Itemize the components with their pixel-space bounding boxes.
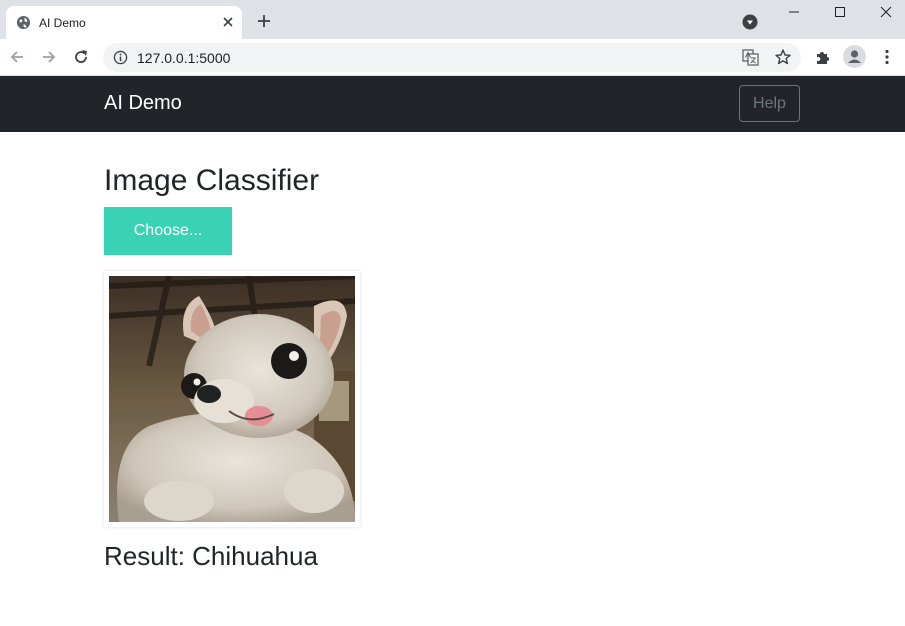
window-close-icon	[880, 6, 892, 18]
menu-icon[interactable]	[880, 48, 894, 66]
browser-toolbar: 127.0.0.1:5000	[0, 39, 905, 76]
star-icon[interactable]	[774, 48, 792, 66]
result-label: Result:	[104, 541, 185, 571]
tab-search-icon[interactable]	[742, 14, 758, 30]
uploaded-image	[104, 271, 360, 527]
address-bar[interactable]: 127.0.0.1:5000	[103, 43, 801, 72]
minimize-icon	[789, 11, 799, 13]
help-button[interactable]: Help	[739, 85, 800, 122]
profile-icon[interactable]	[843, 45, 866, 68]
browser-tab-strip: AI Demo	[0, 0, 905, 39]
result-value: Chihuahua	[192, 541, 318, 571]
back-icon[interactable]	[8, 48, 26, 66]
navbar-brand[interactable]: AI Demo	[104, 92, 182, 115]
url-text[interactable]: 127.0.0.1:5000	[137, 50, 230, 66]
maximize-icon	[835, 7, 845, 17]
site-navbar: AI Demo Help	[0, 76, 905, 132]
chihuahua-photo	[109, 276, 355, 522]
minimize-button[interactable]	[771, 0, 817, 24]
window-close-button[interactable]	[863, 0, 905, 24]
translate-icon[interactable]	[742, 49, 759, 66]
tab-title: AI Demo	[39, 16, 86, 30]
close-icon[interactable]	[220, 14, 236, 30]
maximize-button[interactable]	[817, 0, 863, 24]
globe-icon	[16, 15, 31, 30]
reload-icon[interactable]	[72, 48, 90, 66]
person-icon	[848, 50, 861, 63]
page-title: Image Classifier	[104, 164, 320, 197]
info-icon[interactable]	[113, 50, 128, 65]
result-text: Result: Chihuahua	[104, 541, 318, 572]
choose-file-button[interactable]: Choose...	[104, 207, 232, 255]
forward-icon[interactable]	[40, 48, 58, 66]
plus-icon[interactable]	[255, 12, 273, 30]
extensions-icon[interactable]	[814, 48, 832, 66]
browser-tab[interactable]: AI Demo	[6, 6, 242, 39]
